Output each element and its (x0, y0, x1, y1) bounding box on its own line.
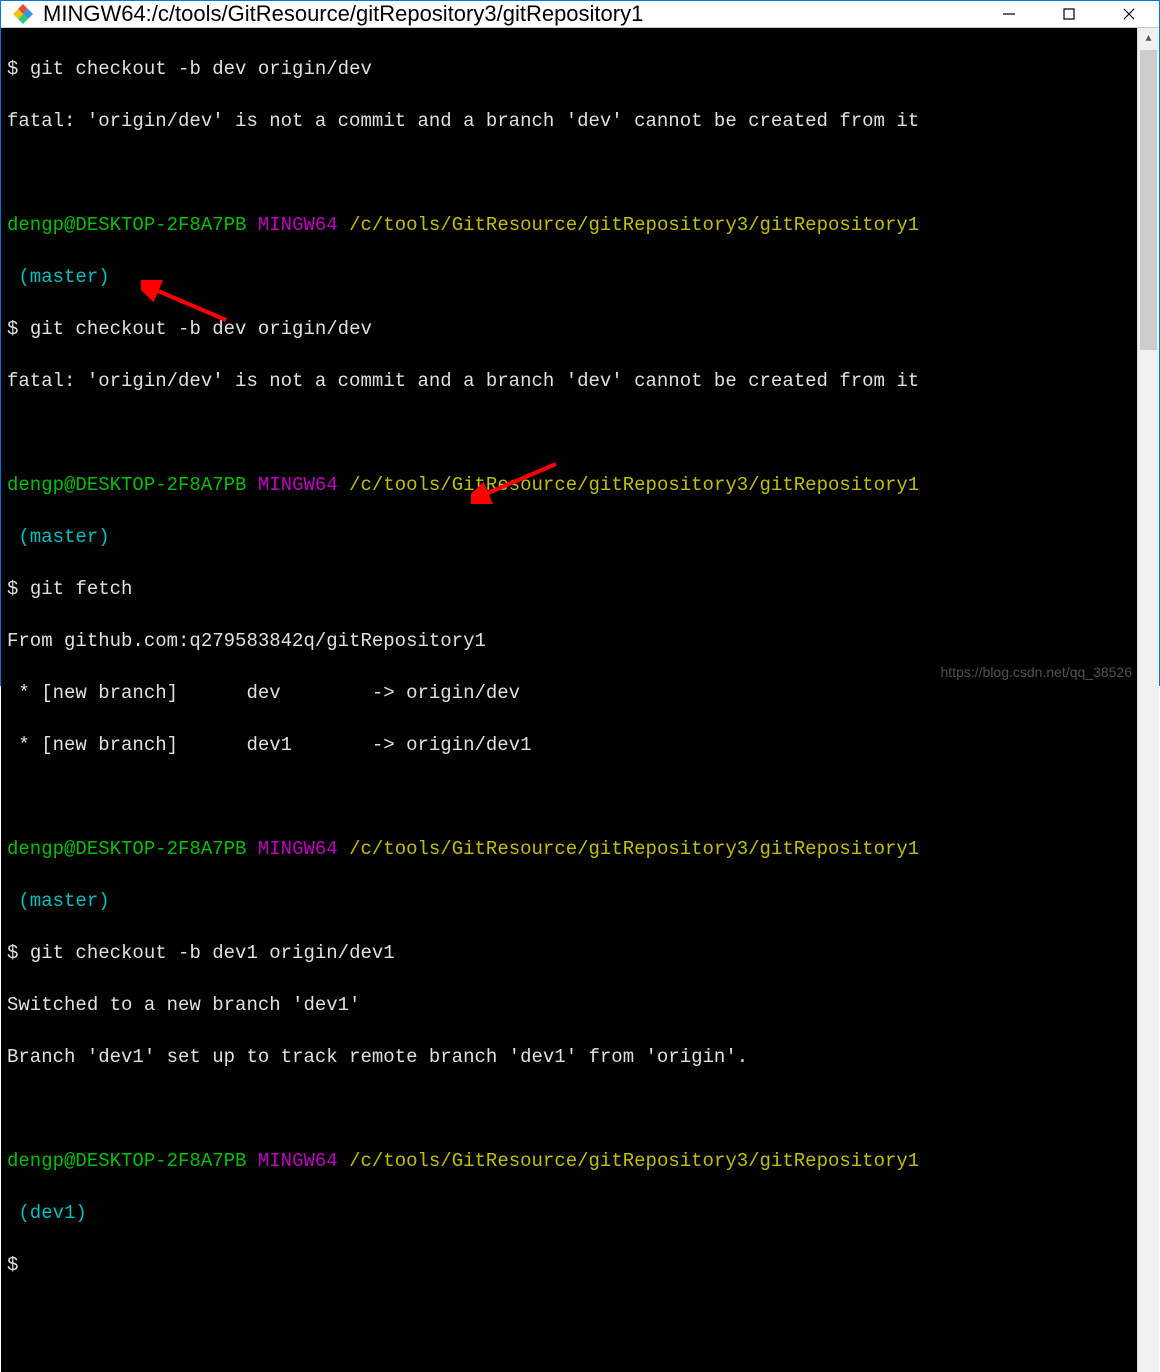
command-text: git checkout -b dev origin/dev (30, 318, 372, 340)
prompt-dollar: $ (7, 942, 18, 964)
prompt-dollar: $ (7, 58, 18, 80)
output-text: Branch 'dev1' set up to track remote bra… (7, 1044, 1131, 1070)
terminal-area: $ git checkout -b dev origin/dev fatal: … (1, 28, 1159, 1372)
window-title: MINGW64:/c/tools/GitResource/gitReposito… (43, 1, 979, 27)
prompt-branch: (master) (18, 526, 109, 548)
prompt-branch: (dev1) (18, 1202, 86, 1224)
close-button[interactable] (1099, 1, 1159, 27)
command-text: git checkout -b dev origin/dev (30, 58, 372, 80)
output-text: From github.com:q279583842q/gitRepositor… (7, 628, 1131, 654)
command-text: git checkout -b dev1 origin/dev1 (30, 942, 395, 964)
prompt-env: MINGW64 (258, 1150, 338, 1172)
scroll-up-icon[interactable]: ▲ (1138, 28, 1159, 50)
app-icon (11, 2, 35, 26)
output-text: * [new branch] dev -> origin/dev (7, 680, 1131, 706)
prompt-dollar: $ (7, 578, 18, 600)
prompt-path: /c/tools/GitResource/gitRepository3/gitR… (349, 474, 919, 496)
prompt-path: /c/tools/GitResource/gitRepository3/gitR… (349, 838, 919, 860)
terminal-output[interactable]: $ git checkout -b dev origin/dev fatal: … (1, 28, 1137, 1372)
vertical-scrollbar[interactable]: ▲ ▼ (1137, 28, 1159, 1372)
prompt-path: /c/tools/GitResource/gitRepository3/gitR… (349, 1150, 919, 1172)
prompt-user: dengp@DESKTOP-2F8A7PB (7, 838, 246, 860)
prompt-env: MINGW64 (258, 214, 338, 236)
prompt-user: dengp@DESKTOP-2F8A7PB (7, 1150, 246, 1172)
command-text: git fetch (30, 578, 133, 600)
prompt-user: dengp@DESKTOP-2F8A7PB (7, 214, 246, 236)
terminal-window: MINGW64:/c/tools/GitResource/gitReposito… (0, 0, 1160, 686)
output-text: fatal: 'origin/dev' is not a commit and … (7, 108, 1131, 134)
prompt-dollar: $ (7, 318, 18, 340)
window-controls (979, 1, 1159, 27)
minimize-button[interactable] (979, 1, 1039, 27)
scroll-thumb[interactable] (1140, 50, 1157, 350)
prompt-env: MINGW64 (258, 838, 338, 860)
titlebar[interactable]: MINGW64:/c/tools/GitResource/gitReposito… (1, 1, 1159, 28)
prompt-branch: (master) (18, 266, 109, 288)
maximize-button[interactable] (1039, 1, 1099, 27)
output-text: fatal: 'origin/dev' is not a commit and … (7, 368, 1131, 394)
prompt-user: dengp@DESKTOP-2F8A7PB (7, 474, 246, 496)
prompt-path: /c/tools/GitResource/gitRepository3/gitR… (349, 214, 919, 236)
output-text: * [new branch] dev1 -> origin/dev1 (7, 732, 1131, 758)
prompt-branch: (master) (18, 890, 109, 912)
output-text: Switched to a new branch 'dev1' (7, 992, 1131, 1018)
prompt-dollar: $ (7, 1254, 18, 1276)
prompt-env: MINGW64 (258, 474, 338, 496)
watermark-text: https://blog.csdn.net/qq_38526 (941, 664, 1132, 680)
